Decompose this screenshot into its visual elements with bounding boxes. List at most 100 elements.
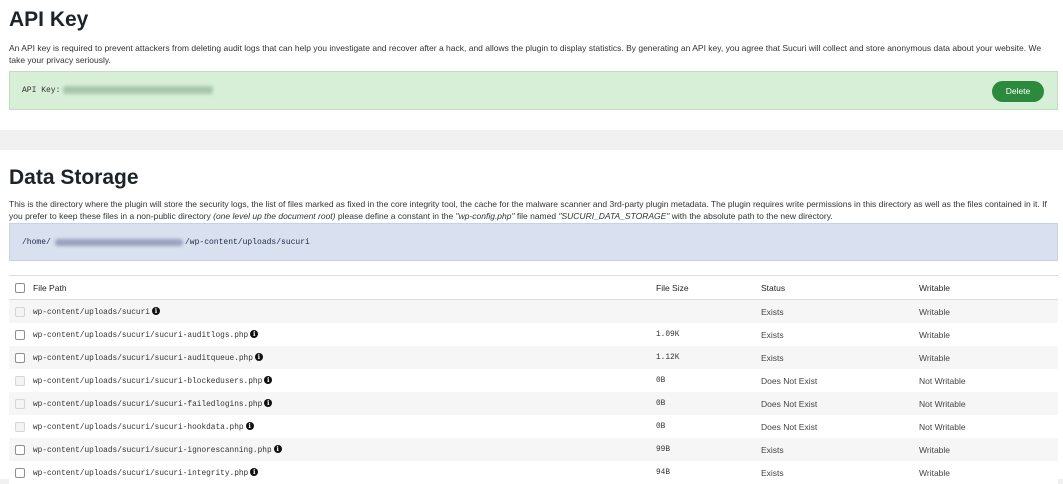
desc-part: file named bbox=[514, 211, 559, 221]
api-key-title: API Key bbox=[9, 8, 89, 31]
file-status: Does Not Exist bbox=[761, 398, 818, 409]
file-path-cell: wp-content/uploads/sucuri/sucuri-blocked… bbox=[33, 369, 656, 392]
row-checkbox-cell bbox=[9, 415, 33, 438]
file-size bbox=[656, 300, 761, 324]
api-key-box: API Key: Delete bbox=[9, 71, 1058, 110]
table-row: wp-content/uploads/sucuri/sucuri-auditqu… bbox=[9, 346, 1058, 369]
desc-part: with the absolute path to the new direct… bbox=[669, 211, 833, 221]
file-path-cell: wp-content/uploads/sucuri i bbox=[33, 300, 656, 324]
data-storage-panel: Data Storage This is the directory where… bbox=[0, 150, 1063, 484]
file-path-cell: wp-content/uploads/sucuri/sucuri-hookdat… bbox=[33, 415, 656, 438]
storage-path-box: /home/ /wp-content/uploads/sucuri bbox=[9, 223, 1058, 261]
info-circle-icon[interactable]: i bbox=[264, 399, 273, 407]
row-checkbox-cell bbox=[9, 346, 33, 369]
header-writable: Writable bbox=[919, 275, 1058, 300]
info-circle-icon[interactable]: i bbox=[245, 422, 254, 430]
desc-part-italic: "SUCURI_DATA_STORAGE" bbox=[558, 211, 670, 221]
info-circle-icon[interactable]: i bbox=[250, 468, 259, 476]
row-checkbox bbox=[15, 306, 25, 317]
file-size: 1.12K bbox=[656, 353, 680, 362]
file-writable: Not Writable bbox=[919, 398, 966, 409]
api-key-panel: API Key An API key is required to preven… bbox=[0, 0, 1063, 130]
file-writable: Writable bbox=[919, 352, 951, 363]
info-circle-icon[interactable]: i bbox=[151, 307, 160, 315]
file-writable: Writable bbox=[919, 306, 951, 317]
file-path: wp-content/uploads/sucuri/sucuri-auditqu… bbox=[33, 355, 253, 363]
file-path: wp-content/uploads/sucuri/sucuri-hookdat… bbox=[33, 424, 244, 432]
table-row: wp-content/uploads/sucuri/sucuri-failedl… bbox=[9, 392, 1058, 415]
file-writable: Writable bbox=[919, 444, 951, 455]
row-checkbox[interactable] bbox=[15, 329, 25, 340]
file-status: Does Not Exist bbox=[761, 375, 818, 386]
select-all-checkbox[interactable] bbox=[15, 282, 25, 293]
file-writable: Not Writable bbox=[919, 375, 966, 386]
delete-api-key-button[interactable]: Delete bbox=[992, 81, 1044, 102]
row-checkbox-cell bbox=[9, 369, 33, 392]
info-circle-icon[interactable]: i bbox=[254, 353, 263, 361]
row-checkbox bbox=[15, 398, 25, 409]
info-circle-icon[interactable]: i bbox=[264, 376, 273, 384]
row-checkbox-cell bbox=[9, 323, 33, 346]
storage-path-redacted bbox=[55, 239, 183, 246]
file-path-cell: wp-content/uploads/sucuri/sucuri-integri… bbox=[33, 461, 656, 484]
row-checkbox[interactable] bbox=[15, 444, 25, 455]
header-file-path: File Path bbox=[33, 275, 656, 300]
file-size: 99B bbox=[656, 445, 671, 454]
table-row: wp-content/uploads/sucuri/sucuri-hookdat… bbox=[9, 415, 1058, 438]
row-checkbox-cell bbox=[9, 392, 33, 415]
file-status: Does Not Exist bbox=[761, 421, 818, 432]
data-storage-description: This is the directory where the plugin w… bbox=[9, 198, 1054, 222]
api-key-description: An API key is required to prevent attack… bbox=[9, 43, 1042, 65]
storage-files-table: File Path File Size Status Writable wp-c… bbox=[9, 275, 1058, 484]
file-path: wp-content/uploads/sucuri/sucuri-blocked… bbox=[33, 378, 263, 386]
table-row: wp-content/uploads/sucuri/sucuri-integri… bbox=[9, 461, 1058, 484]
file-size: 0B bbox=[656, 399, 666, 408]
table-row: wp-content/uploads/sucuri i Exists Writab… bbox=[9, 299, 1058, 324]
api-key-label: API Key: bbox=[22, 86, 61, 95]
select-all-cell bbox=[9, 275, 33, 300]
storage-path-suffix: /wp-content/uploads/sucuri bbox=[185, 238, 310, 247]
row-checkbox[interactable] bbox=[15, 352, 25, 363]
file-size: 0B bbox=[656, 422, 666, 431]
row-checkbox-cell bbox=[9, 300, 33, 324]
row-checkbox bbox=[15, 421, 25, 432]
file-size: 0B bbox=[656, 376, 666, 385]
file-path: wp-content/uploads/sucuri bbox=[33, 309, 150, 317]
file-size: 1.09K bbox=[656, 330, 680, 339]
data-storage-title: Data Storage bbox=[9, 166, 139, 189]
file-path: wp-content/uploads/sucuri/sucuri-integri… bbox=[33, 470, 249, 478]
file-status: Exists bbox=[761, 467, 784, 478]
row-checkbox bbox=[15, 375, 25, 386]
table-row: wp-content/uploads/sucuri/sucuri-blocked… bbox=[9, 369, 1058, 392]
file-path-cell: wp-content/uploads/sucuri/sucuri-failedl… bbox=[33, 392, 656, 415]
file-path-cell: wp-content/uploads/sucuri/sucuri-auditqu… bbox=[33, 346, 656, 369]
file-writable: Not Writable bbox=[919, 421, 966, 432]
info-circle-icon[interactable]: i bbox=[250, 330, 259, 338]
file-size: 94B bbox=[656, 468, 671, 477]
row-checkbox-cell bbox=[9, 461, 33, 484]
file-writable: Writable bbox=[919, 467, 951, 478]
file-path-cell: wp-content/uploads/sucuri/sucuri-auditlo… bbox=[33, 323, 656, 346]
file-path: wp-content/uploads/sucuri/sucuri-auditlo… bbox=[33, 332, 249, 340]
file-status: Exists bbox=[761, 444, 784, 455]
file-status: Exists bbox=[761, 352, 784, 363]
file-status: Exists bbox=[761, 306, 784, 317]
row-checkbox[interactable] bbox=[15, 467, 25, 478]
storage-path-prefix: /home/ bbox=[22, 238, 51, 247]
file-path: wp-content/uploads/sucuri/sucuri-failedl… bbox=[33, 401, 263, 409]
table-header-row: File Path File Size Status Writable bbox=[9, 275, 1058, 300]
row-checkbox-cell bbox=[9, 438, 33, 461]
file-status: Exists bbox=[761, 329, 784, 340]
desc-part-italic: "wp-config.php" bbox=[455, 211, 515, 221]
header-status: Status bbox=[761, 275, 919, 300]
table-row: wp-content/uploads/sucuri/sucuri-auditlo… bbox=[9, 323, 1058, 346]
file-path-cell: wp-content/uploads/sucuri/sucuri-ignores… bbox=[33, 438, 656, 461]
header-file-size: File Size bbox=[656, 275, 761, 300]
desc-part-italic: (one level up the document root) bbox=[213, 211, 336, 221]
desc-part: please define a constant in the bbox=[335, 211, 456, 221]
file-path: wp-content/uploads/sucuri/sucuri-ignores… bbox=[33, 447, 272, 455]
api-key-value-redacted bbox=[63, 86, 213, 94]
file-writable: Writable bbox=[919, 329, 951, 340]
info-circle-icon[interactable]: i bbox=[273, 445, 282, 453]
table-row: wp-content/uploads/sucuri/sucuri-ignores… bbox=[9, 438, 1058, 461]
